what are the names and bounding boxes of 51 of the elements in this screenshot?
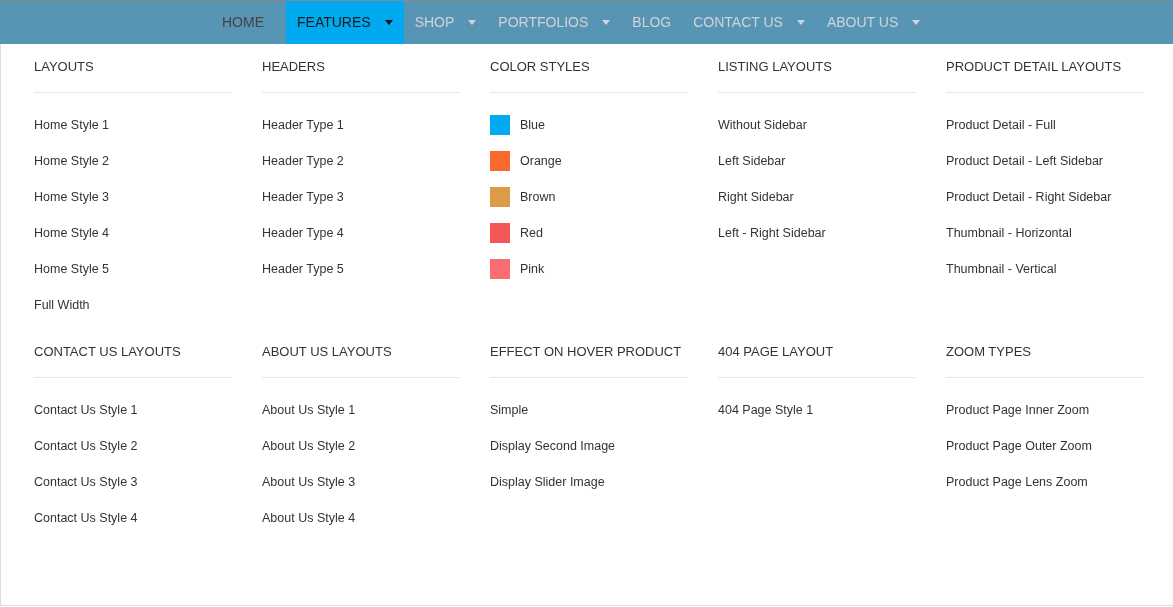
menu-link[interactable]: Blue	[520, 115, 546, 135]
column-heading: PRODUCT DETAIL LAYOUTS	[946, 58, 1144, 93]
menu-link[interactable]: Contact Us Style 3	[34, 472, 138, 492]
menu-link[interactable]: Thumbnail - Vertical	[946, 259, 1057, 279]
column-heading: COLOR STYLES	[490, 58, 688, 93]
menu-link[interactable]: Header Type 3	[262, 187, 344, 207]
menu-link[interactable]: Home Style 4	[34, 223, 110, 243]
menu-link[interactable]: Display Second Image	[490, 436, 616, 456]
column-heading: 404 PAGE LAYOUT	[718, 343, 916, 378]
menu-link[interactable]: Product Detail - Left Sidebar	[946, 151, 1104, 171]
menu-link[interactable]: Simple	[490, 400, 529, 420]
menu-link[interactable]: Product Page Lens Zoom	[946, 472, 1088, 492]
menu-link[interactable]: Home Style 5	[34, 259, 110, 279]
menu-link[interactable]: Without Sidebar	[718, 115, 807, 135]
menu-link[interactable]: Right Sidebar	[718, 187, 794, 207]
column-heading: LISTING LAYOUTS	[718, 58, 916, 93]
column-heading: ZOOM TYPES	[946, 343, 1144, 378]
menu-link[interactable]: Header Type 2	[262, 151, 344, 171]
menu-link[interactable]: About Us Style 3	[262, 472, 356, 492]
menu-link[interactable]: Home Style 2	[34, 151, 110, 171]
menu-link[interactable]: Left - Right Sidebar	[718, 223, 826, 243]
column-heading: CONTACT US LAYOUTS	[34, 343, 232, 378]
column-heading: ABOUT US LAYOUTS	[262, 343, 460, 378]
nav-item[interactable]: FEATURES	[286, 1, 404, 44]
column-heading: EFFECT ON HOVER PRODUCT	[490, 343, 688, 378]
menu-link[interactable]: About Us Style 4	[262, 508, 356, 528]
menu-link[interactable]: Product Detail - Right Sidebar	[946, 187, 1112, 207]
menu-link[interactable]: About Us Style 1	[262, 400, 356, 420]
menu-link[interactable]: Header Type 1	[262, 115, 344, 135]
menu-link[interactable]: Orange	[520, 151, 562, 171]
menu-link[interactable]: Home Style 3	[34, 187, 110, 207]
menu-link[interactable]: Product Page Outer Zoom	[946, 436, 1092, 456]
menu-link[interactable]: Header Type 4	[262, 223, 344, 243]
menu-link[interactable]: Product Detail - Full	[946, 115, 1056, 135]
menu-link[interactable]: Header Type 5	[262, 259, 344, 279]
menu-link[interactable]: Home Style 1	[34, 115, 110, 135]
menu-link[interactable]: Contact Us Style 4	[34, 508, 138, 528]
menu-link[interactable]: Contact Us Style 2	[34, 436, 138, 456]
column-heading: HEADERS	[262, 58, 460, 93]
menu-link[interactable]: Thumbnail - Horizontal	[946, 223, 1072, 243]
menu-link[interactable]: Brown	[520, 187, 556, 207]
menu-link[interactable]: 404 Page Style 1	[718, 400, 814, 420]
menu-link[interactable]: Contact Us Style 1	[34, 400, 138, 420]
menu-link[interactable]: About Us Style 2	[262, 436, 356, 456]
menu-link[interactable]: Product Page Inner Zoom	[946, 400, 1090, 420]
menu-link[interactable]: Pink	[520, 259, 545, 279]
menu-link[interactable]: Red	[520, 223, 543, 243]
menu-link[interactable]: Left Sidebar	[718, 151, 786, 171]
menu-link[interactable]: Display Slider Image	[490, 472, 605, 492]
column-heading: LAYOUTS	[34, 58, 232, 93]
menu-link[interactable]: Full Width	[34, 295, 90, 315]
